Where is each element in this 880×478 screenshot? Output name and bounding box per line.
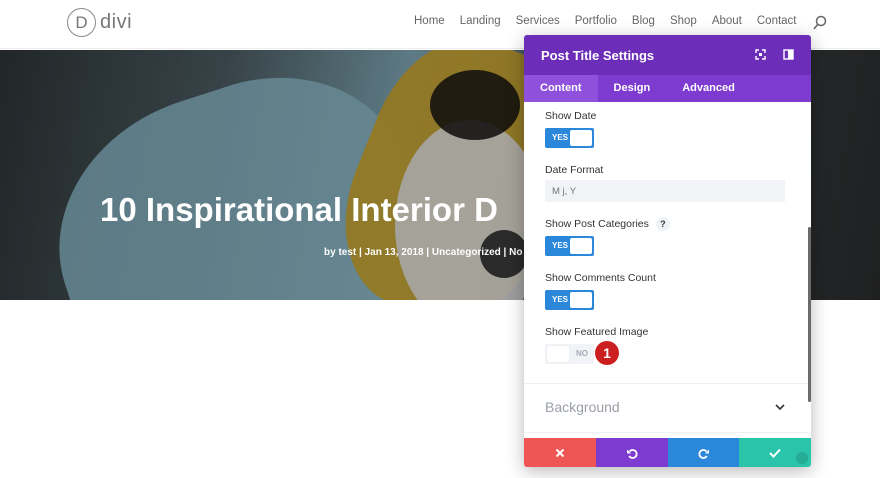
redo-icon — [697, 448, 709, 459]
toggle-knob — [547, 346, 569, 362]
modal-footer — [524, 438, 811, 467]
discard-button[interactable] — [524, 438, 596, 467]
background-group-toggle[interactable]: Background — [545, 399, 620, 415]
nav-item-home[interactable]: Home — [414, 15, 445, 27]
main-nav: Home Landing Services Portfolio Blog Sho… — [414, 15, 812, 27]
show-categories-row: Show Post Categories ? — [545, 217, 670, 231]
tab-content[interactable]: Content — [524, 75, 598, 102]
toggle-state: YES — [552, 133, 569, 142]
check-icon — [769, 448, 781, 458]
tab-advanced[interactable]: Advanced — [666, 75, 751, 102]
date-format-label: Date Format — [545, 164, 604, 176]
modal-body: Show Date YES Date Format Show Post Cate… — [524, 102, 811, 437]
undo-icon — [627, 448, 638, 459]
toggle-state: NO — [576, 349, 588, 358]
help-icon[interactable]: ? — [655, 217, 670, 231]
logo-mark: D — [67, 8, 96, 37]
tab-design[interactable]: Design — [598, 75, 667, 102]
logo-text: divi — [100, 11, 133, 33]
toggle-knob — [570, 238, 592, 254]
toggle-knob — [570, 130, 592, 146]
nav-item-contact[interactable]: Contact — [757, 15, 797, 27]
nav-item-landing[interactable]: Landing — [460, 15, 501, 27]
nav-item-shop[interactable]: Shop — [670, 15, 697, 27]
close-icon — [555, 448, 565, 457]
show-comments-toggle[interactable]: YES — [545, 290, 594, 310]
divider — [524, 383, 811, 384]
divider — [524, 432, 811, 433]
search-icon[interactable] — [813, 15, 827, 31]
modal-title: Post Title Settings — [541, 48, 655, 63]
settings-modal: Post Title Settings Content Design Advan… — [524, 35, 811, 467]
show-categories-toggle[interactable]: YES — [545, 236, 594, 256]
nav-item-blog[interactable]: Blog — [632, 15, 655, 27]
redo-button[interactable] — [668, 438, 739, 467]
show-date-toggle[interactable]: YES — [545, 128, 594, 148]
nav-item-portfolio[interactable]: Portfolio — [575, 15, 617, 27]
sidebar-toggle-icon[interactable] — [783, 49, 794, 60]
undo-button[interactable] — [596, 438, 668, 467]
date-format-input[interactable] — [545, 180, 785, 202]
modal-scrollbar[interactable] — [808, 227, 811, 402]
toggle-state: YES — [552, 295, 569, 304]
resize-handle[interactable] — [796, 452, 808, 464]
post-meta: by test | Jan 13, 2018 | Uncategorized |… — [324, 247, 533, 258]
toggle-knob — [570, 292, 592, 308]
toggle-state: YES — [552, 241, 569, 250]
site-logo[interactable]: D divi — [67, 8, 132, 37]
chevron-down-icon[interactable] — [775, 404, 785, 411]
modal-tabs: Content Design Advanced — [524, 75, 811, 102]
show-categories-label: Show Post Categories — [545, 218, 649, 230]
modal-header[interactable]: Post Title Settings — [524, 35, 811, 75]
post-title: 10 Inspirational Interior D — [100, 191, 498, 228]
show-comments-label: Show Comments Count — [545, 272, 656, 284]
step-marker: 1 — [595, 341, 619, 365]
show-date-label: Show Date — [545, 110, 597, 122]
nav-item-about[interactable]: About — [712, 15, 742, 27]
expand-icon[interactable] — [755, 49, 766, 60]
nav-item-services[interactable]: Services — [516, 15, 560, 27]
show-featured-label: Show Featured Image — [545, 326, 649, 338]
show-featured-toggle[interactable]: NO — [545, 344, 594, 364]
